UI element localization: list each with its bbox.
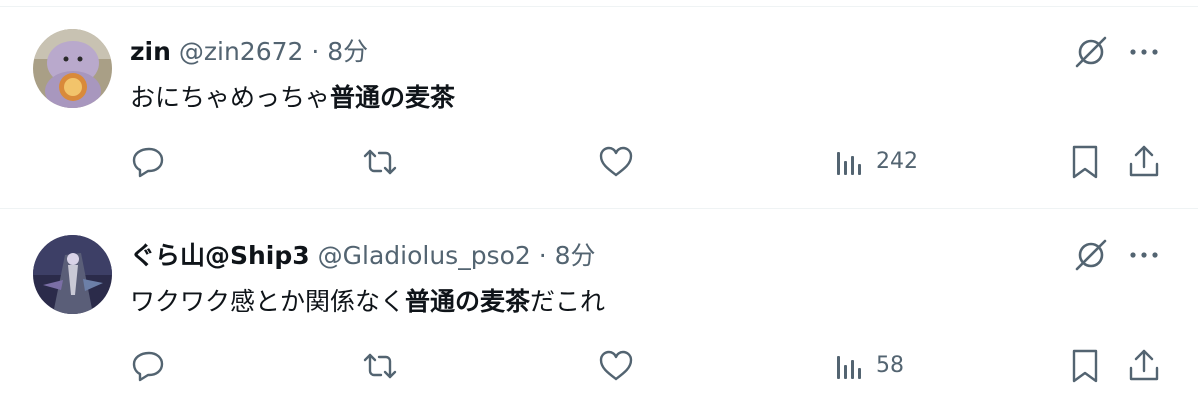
bookmark-button[interactable] [1067,142,1103,182]
post-header: zin @zin2672 · 8分 [130,32,368,72]
view-count: 242 [876,149,918,174]
share-icon [1129,349,1159,381]
bookmark-icon [1072,349,1098,383]
author-handle[interactable]: @zin2672 [179,37,304,66]
views-button[interactable]: 242 [834,142,954,182]
post-text-highlight: 普通の麦茶 [405,287,531,316]
reply-icon [132,351,164,382]
post-text-highlight: 普通の麦茶 [330,83,456,112]
separator: · [311,37,320,66]
views-icon [837,152,861,175]
post[interactable]: zin @zin2672 · 8分 おにちゃめっちゃ普通の麦茶 242 [0,7,1198,207]
post-header: ぐら山@Ship3 @Gladiolus_pso2 · 8分 [130,236,596,276]
post-text-prefix: おにちゃめっちゃ [130,83,331,112]
repost-icon [363,149,397,175]
more-icon[interactable] [1126,34,1162,70]
grok-icon[interactable] [1073,34,1109,70]
more-icon[interactable] [1126,237,1162,273]
like-button[interactable] [596,142,636,182]
avatar[interactable] [33,235,112,314]
like-icon [599,350,633,381]
post[interactable]: ぐら山@Ship3 @Gladiolus_pso2 · 8分 ワクワク感とか関係… [0,208,1198,409]
share-button[interactable] [1124,142,1164,182]
reply-button[interactable] [129,346,169,386]
post-text-prefix: ワクワク感とか関係なく [130,287,406,316]
share-button[interactable] [1124,346,1164,386]
views-icon [837,356,861,379]
top-divider [0,0,1198,7]
author-name[interactable]: ぐら山@Ship3 [130,241,310,270]
post-text: ワクワク感とか関係なく普通の麦茶だこれ [130,282,605,322]
post-text: おにちゃめっちゃ普通の麦茶 [130,78,455,118]
post-time[interactable]: 8分 [327,37,368,66]
bookmark-icon [1072,145,1098,179]
avatar[interactable] [33,29,112,108]
repost-icon [363,353,397,379]
like-icon [599,146,633,177]
repost-button[interactable] [360,346,400,386]
like-button[interactable] [596,346,636,386]
share-icon [1129,145,1159,177]
separator: · [538,241,547,270]
reply-button[interactable] [129,142,169,182]
grok-icon[interactable] [1073,237,1109,273]
view-count: 58 [876,353,904,378]
post-time[interactable]: 8分 [555,241,596,270]
author-name[interactable]: zin [130,37,171,66]
reply-icon [132,147,164,178]
author-handle[interactable]: @Gladiolus_pso2 [318,241,531,270]
bookmark-button[interactable] [1067,346,1103,386]
repost-button[interactable] [360,142,400,182]
views-button[interactable]: 58 [834,346,954,386]
post-text-suffix: だこれ [530,287,606,316]
